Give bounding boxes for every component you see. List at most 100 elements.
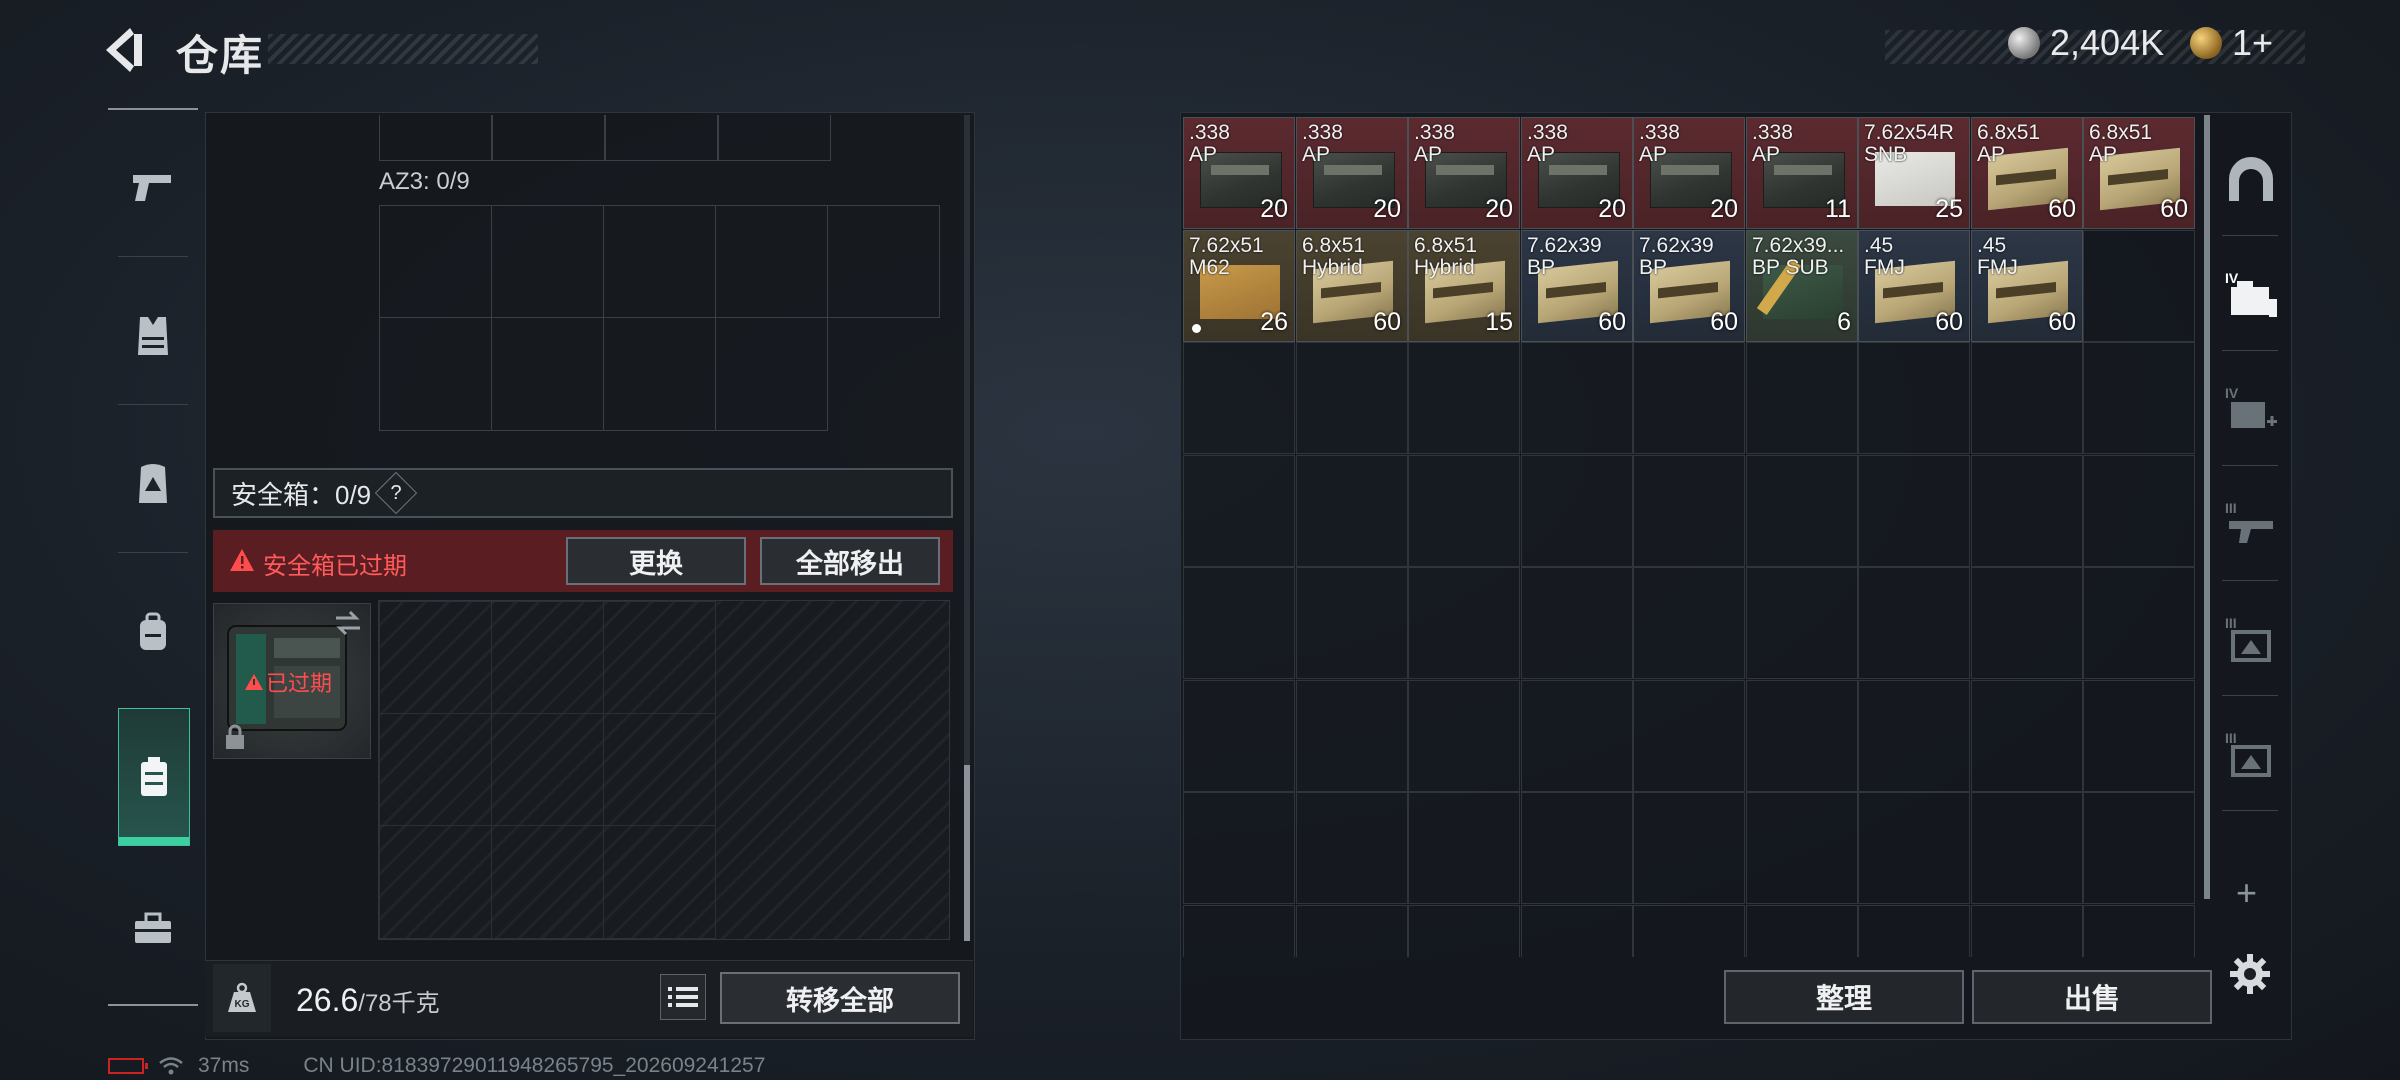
stash-cell[interactable] — [1408, 792, 1520, 904]
ammo-item[interactable]: 7.62x54R SNB 25 — [1858, 117, 1970, 229]
stash-cell[interactable] — [1971, 680, 2083, 792]
stash-cell[interactable] — [1746, 905, 1858, 957]
stash-cell[interactable] — [2083, 342, 2195, 454]
ammo-item[interactable]: 7.62x39... BP SUB 6 — [1746, 230, 1858, 342]
stash-cell[interactable] — [1858, 455, 1970, 567]
stash-page-4[interactable]: III — [2218, 475, 2284, 575]
stash-cell[interactable] — [1183, 792, 1295, 904]
stash-cell[interactable] — [1521, 905, 1633, 957]
stash-scrollbar-thumb[interactable] — [2204, 115, 2210, 899]
stash-cell[interactable] — [1296, 567, 1408, 679]
swap-icon[interactable] — [332, 610, 364, 636]
gold-currency[interactable]: 1+ — [2190, 22, 2273, 64]
back-button[interactable] — [100, 22, 160, 78]
ammo-item[interactable]: .45 FMJ 60 — [1858, 230, 1970, 342]
secure-container-grid[interactable] — [378, 600, 950, 940]
stash-cell[interactable] — [1408, 680, 1520, 792]
ammo-item[interactable]: .45 FMJ 60 — [1971, 230, 2083, 342]
stash-cell[interactable] — [1971, 792, 2083, 904]
stash-cell[interactable] — [1183, 455, 1295, 567]
stash-cell[interactable] — [1746, 567, 1858, 679]
ammo-item[interactable]: .338 AP 20 — [1296, 117, 1408, 229]
stash-cell[interactable] — [1746, 455, 1858, 567]
stash-cell[interactable] — [1183, 342, 1295, 454]
stash-cell[interactable] — [1296, 905, 1408, 957]
stash-page-3[interactable]: IV — [2218, 360, 2284, 460]
nav-item-toolbox[interactable] — [108, 868, 198, 988]
replace-button[interactable]: 更换 — [566, 537, 746, 585]
sort-button[interactable]: 整理 — [1724, 970, 1964, 1024]
stash-cell[interactable] — [1971, 455, 2083, 567]
stash-cell[interactable] — [1183, 567, 1295, 679]
stash-cell[interactable] — [2083, 455, 2195, 567]
stash-cell[interactable] — [1521, 455, 1633, 567]
stash-cell[interactable] — [1858, 342, 1970, 454]
stash-cell[interactable] — [1633, 905, 1745, 957]
stash-cell[interactable] — [2083, 230, 2195, 342]
stash-cell[interactable] — [2083, 680, 2195, 792]
stash-cell[interactable] — [1971, 342, 2083, 454]
ammo-item[interactable]: .338 AP 20 — [1633, 117, 1745, 229]
stash-cell[interactable] — [1633, 455, 1745, 567]
nav-item-weapon[interactable] — [108, 128, 198, 248]
stash-cell[interactable] — [1408, 455, 1520, 567]
stash-cell[interactable] — [1408, 905, 1520, 957]
stash-cell[interactable] — [1633, 680, 1745, 792]
transfer-all-button[interactable]: 转移全部 — [720, 972, 960, 1024]
stash-cell[interactable] — [1746, 342, 1858, 454]
stash-cell[interactable] — [1521, 342, 1633, 454]
remove-all-button[interactable]: 全部移出 — [760, 537, 940, 585]
ammo-item[interactable]: .338 AP 11 — [1746, 117, 1858, 229]
secure-case-thumbnail[interactable]: 已过期 — [213, 603, 371, 759]
stash-cell[interactable] — [1971, 905, 2083, 957]
help-icon[interactable]: ? — [374, 471, 418, 515]
stash-cell[interactable] — [1408, 567, 1520, 679]
stash-cell[interactable] — [1633, 342, 1745, 454]
stash-cell[interactable] — [1296, 342, 1408, 454]
ammo-item[interactable]: .338 AP 20 — [1408, 117, 1520, 229]
stash-cell[interactable] — [1858, 905, 1970, 957]
stash-cell[interactable] — [1183, 680, 1295, 792]
stash-cell[interactable] — [1746, 792, 1858, 904]
stash-cell[interactable] — [1858, 680, 1970, 792]
stash-cell[interactable] — [1183, 905, 1295, 957]
ammo-item[interactable]: .338 AP 20 — [1521, 117, 1633, 229]
stash-cell[interactable] — [1296, 680, 1408, 792]
stash-cell[interactable] — [2083, 792, 2195, 904]
stash-cell[interactable] — [2083, 567, 2195, 679]
stash-cell[interactable] — [1971, 567, 2083, 679]
stash-cell[interactable] — [1296, 455, 1408, 567]
stash-cell[interactable] — [1521, 567, 1633, 679]
ammo-item[interactable]: 6.8x51 AP 60 — [1971, 117, 2083, 229]
stash-cell[interactable] — [1521, 680, 1633, 792]
stash-page-5[interactable]: III — [2218, 590, 2284, 690]
container-scrollbar-thumb[interactable] — [964, 765, 970, 941]
add-stash-page-button[interactable]: + — [2236, 872, 2257, 914]
ammo-item[interactable]: 6.8x51 Hybrid 15 — [1408, 230, 1520, 342]
ammo-item[interactable]: 7.62x39 BP 60 — [1633, 230, 1745, 342]
stash-cell[interactable] — [1858, 567, 1970, 679]
ammo-item[interactable]: 6.8x51 Hybrid 60 — [1296, 230, 1408, 342]
stash-page-2[interactable]: IV — [2218, 245, 2284, 345]
list-view-button[interactable] — [660, 974, 706, 1020]
stash-cell[interactable] — [1858, 792, 1970, 904]
ammo-item[interactable]: 6.8x51 AP 60 — [2083, 117, 2195, 229]
stash-cell[interactable] — [1746, 680, 1858, 792]
stash-page-1[interactable] — [2218, 130, 2284, 230]
stash-grid[interactable]: .338 AP 20.338 AP 20.338 AP 20.338 AP 20.338… — [1183, 117, 2196, 957]
stash-cell[interactable] — [2083, 905, 2195, 957]
nav-item-armor[interactable] — [108, 276, 198, 396]
stash-cell[interactable] — [1633, 567, 1745, 679]
ammo-item[interactable]: 7.62x51 M62 26 — [1183, 230, 1295, 342]
sell-button[interactable]: 出售 — [1972, 970, 2212, 1024]
stash-cell[interactable] — [1633, 792, 1745, 904]
stash-cell[interactable] — [1296, 792, 1408, 904]
nav-item-chest-rig[interactable] — [108, 424, 198, 544]
ammo-item[interactable]: .338 AP 20 — [1183, 117, 1295, 229]
az3-grid[interactable] — [379, 205, 943, 431]
stash-page-6[interactable]: III — [2218, 705, 2284, 805]
nav-item-backpack[interactable] — [108, 572, 198, 692]
ammo-item[interactable]: 7.62x39 BP 60 — [1521, 230, 1633, 342]
stash-cell[interactable] — [1408, 342, 1520, 454]
settings-button[interactable] — [2228, 952, 2272, 1001]
